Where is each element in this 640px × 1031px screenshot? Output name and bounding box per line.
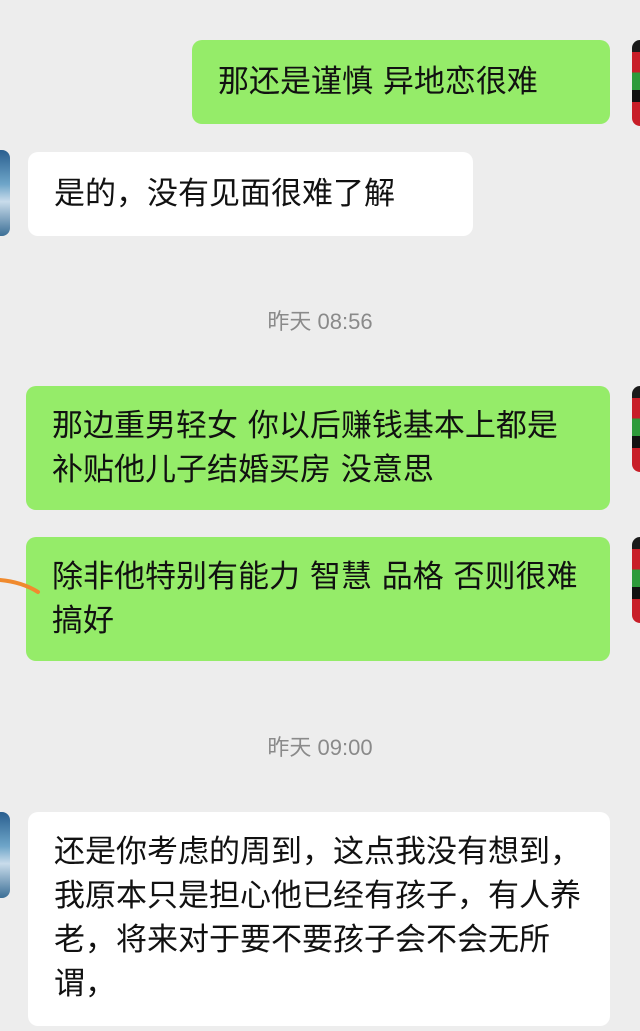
- message-text: 是的，没有见面很难了解: [54, 176, 395, 212]
- message-text: 还是你考虑的周到，这点我没有想到，我原本只是担心他已经有孩子，有人养老，将来对于…: [54, 834, 581, 1002]
- my-avatar-icon[interactable]: [632, 537, 640, 623]
- contact-avatar-icon[interactable]: [0, 812, 10, 898]
- my-avatar-icon[interactable]: [632, 40, 640, 126]
- message-text: 那还是谨慎 异地恋很难: [218, 64, 538, 100]
- orange-stroke-icon: [0, 578, 40, 594]
- message-bubble-received[interactable]: 还是你考虑的周到，这点我没有想到，我原本只是担心他已经有孩子，有人养老，将来对于…: [28, 812, 610, 1026]
- timestamp: 昨天 09:00: [267, 735, 373, 760]
- message-text: 除非他特别有能力 智慧 品格 否则很难搞好: [52, 559, 578, 639]
- my-avatar-icon[interactable]: [632, 386, 640, 472]
- message-bubble-received[interactable]: 是的，没有见面很难了解: [28, 152, 473, 236]
- message-bubble-sent[interactable]: 那还是谨慎 异地恋很难: [192, 40, 610, 124]
- contact-avatar-icon[interactable]: [0, 150, 10, 236]
- message-text: 那边重男轻女 你以后赚钱基本上都是补贴他儿子结婚买房 没意思: [52, 408, 558, 488]
- message-bubble-sent[interactable]: 那边重男轻女 你以后赚钱基本上都是补贴他儿子结婚买房 没意思: [26, 386, 610, 510]
- message-bubble-sent[interactable]: 除非他特别有能力 智慧 品格 否则很难搞好: [26, 537, 610, 661]
- timestamp: 昨天 08:56: [267, 309, 373, 334]
- chat-window: 那还是谨慎 异地恋很难 是的，没有见面很难了解 昨天 08:56 那边重男轻女 …: [0, 0, 640, 1031]
